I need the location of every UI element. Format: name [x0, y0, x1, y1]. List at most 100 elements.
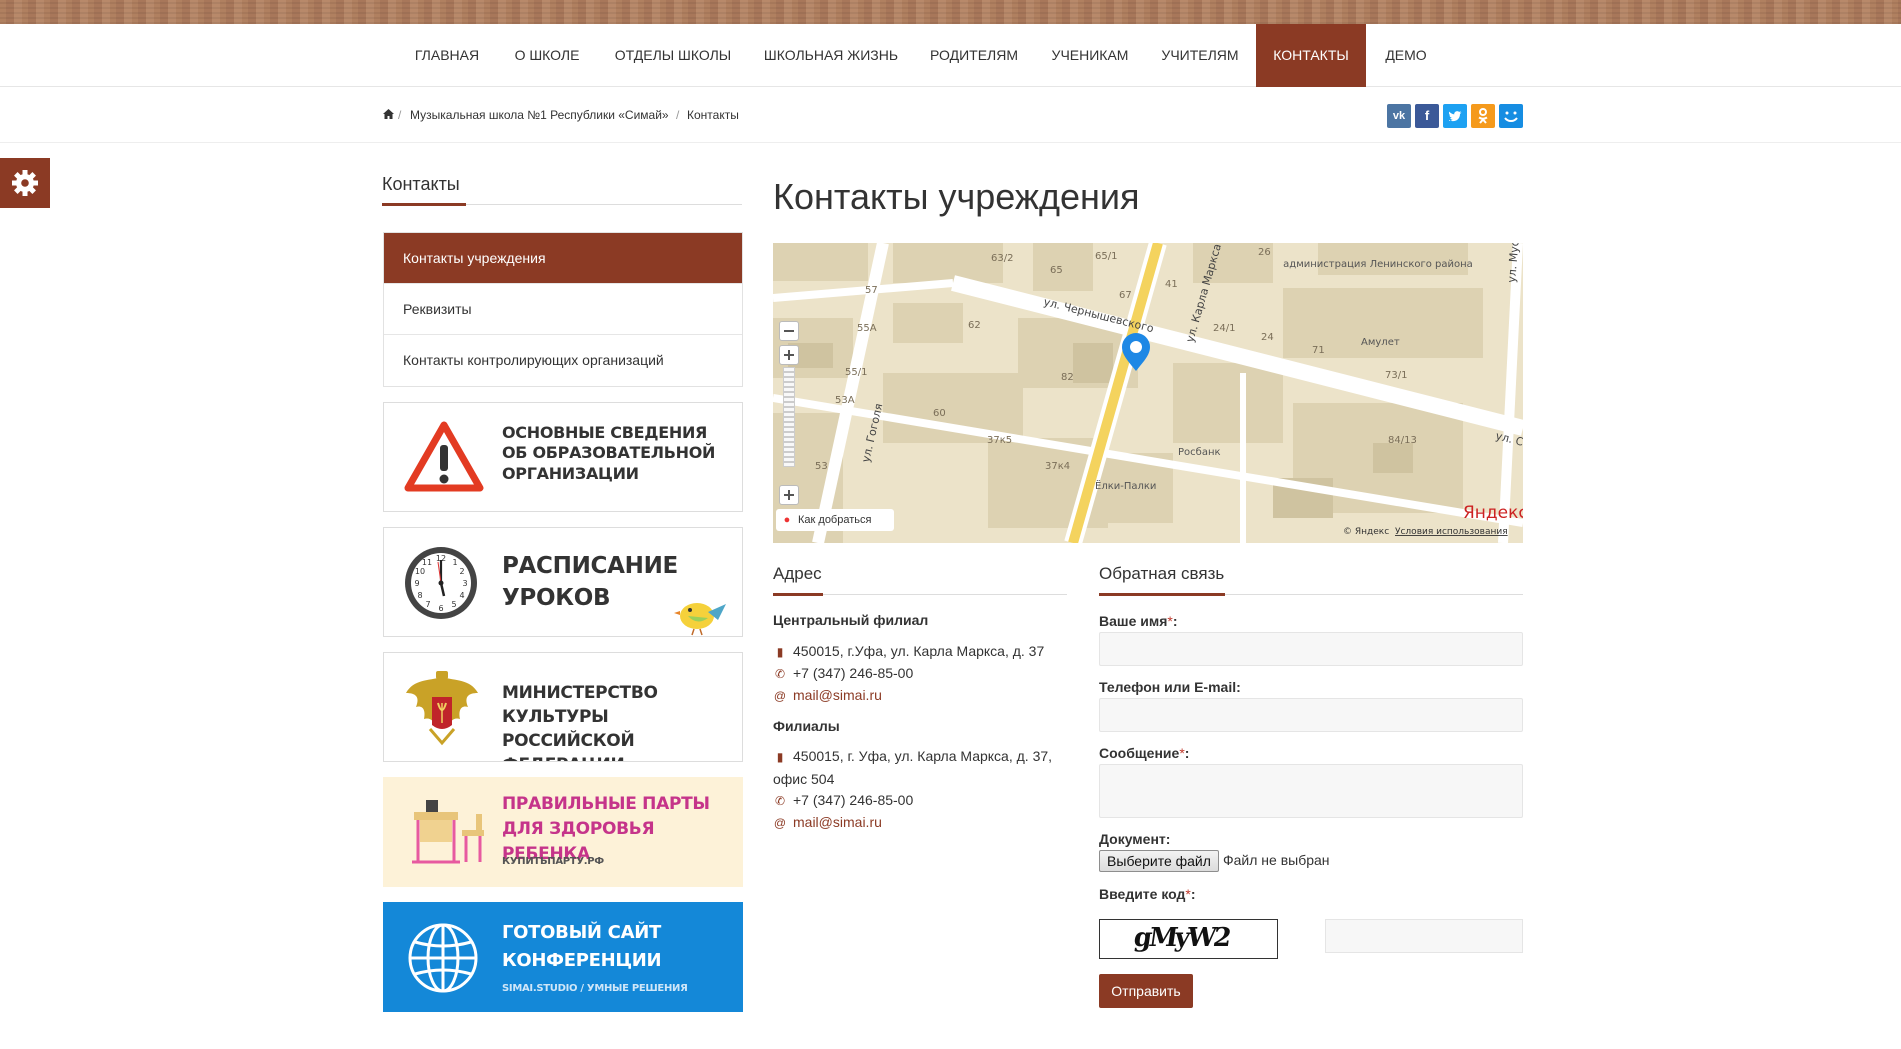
home-icon[interactable]: [383, 109, 394, 119]
breadcrumb-school[interactable]: Музыкальная школа №1 Республики «Симай»: [410, 108, 669, 122]
odnoklassniki-icon[interactable]: [1471, 104, 1495, 128]
map-zoom-in-button[interactable]: [779, 345, 799, 365]
sidebar-item-requisites[interactable]: Реквизиты: [384, 284, 742, 335]
banner-basic-info[interactable]: Основные сведения об образовательной орг…: [383, 402, 743, 512]
nav-school-life[interactable]: Школьная жизнь: [752, 24, 910, 87]
branch-email-link[interactable]: mail@simai.ru: [793, 814, 882, 830]
desk-icon: [412, 800, 484, 864]
central-email-link[interactable]: mail@simai.ru: [793, 687, 882, 703]
svg-text:41: 41: [1165, 279, 1178, 290]
banner-desks[interactable]: Правильные парты для здоровья ребенка КУ…: [383, 777, 743, 887]
captcha-image: gMyW2: [1099, 919, 1278, 959]
breadcrumb-current: Контакты: [687, 108, 739, 122]
svg-text:63/2: 63/2: [991, 253, 1013, 264]
svg-text:65/1: 65/1: [1095, 251, 1117, 262]
banner-line: конференции: [502, 950, 662, 971]
sidebar-title: Контакты: [382, 174, 460, 194]
facebook-icon[interactable]: f: [1415, 104, 1439, 128]
message-label: Сообщение*:: [1099, 745, 1190, 761]
nav-departments[interactable]: Отделы школы: [602, 24, 744, 87]
banner-line: Министерство культуры: [502, 683, 658, 727]
name-label: Ваше имя*:: [1099, 613, 1178, 629]
title-accent: [773, 593, 823, 596]
svg-text:65: 65: [1050, 265, 1063, 276]
title-accent: [1099, 593, 1225, 596]
submit-button[interactable]: Отправить: [1099, 974, 1193, 1008]
map-poi: Ёлки-Палки: [1095, 479, 1156, 492]
banner-line: Основные сведения: [502, 423, 708, 442]
breadcrumb-separator: /: [398, 108, 402, 122]
nav-about[interactable]: О школе: [500, 24, 594, 87]
map-route-label: Как добраться: [798, 514, 872, 526]
map-route-button[interactable]: ● Как добраться: [776, 509, 894, 531]
map-zoom-in-button-2[interactable]: [779, 485, 799, 505]
central-branch-title: Центральный филиал: [773, 612, 929, 628]
nav-contacts[interactable]: Контакты: [1256, 24, 1366, 87]
svg-text:62: 62: [968, 320, 981, 331]
moimir-icon[interactable]: [1499, 104, 1523, 128]
twitter-icon[interactable]: [1443, 104, 1467, 128]
gear-icon: [12, 170, 38, 196]
svg-text:55А: 55А: [857, 323, 877, 334]
warning-icon: [404, 421, 484, 492]
pin-icon: ●: [783, 514, 791, 526]
file-status: Файл не выбран: [1223, 852, 1330, 868]
banner-line: Расписание: [502, 553, 678, 579]
message-textarea[interactable]: [1099, 764, 1523, 818]
svg-text:10: 10: [415, 567, 425, 576]
title-accent: [382, 203, 466, 206]
svg-text:5: 5: [451, 600, 456, 609]
map-zoom-slider[interactable]: [783, 367, 795, 467]
main-nav: Главная О школе Отделы школы Школьная жи…: [0, 24, 1901, 87]
central-phone: ✆ +7 (347) 246-85-00: [773, 662, 1073, 685]
sidebar-item-institution-contacts[interactable]: Контакты учреждения: [384, 233, 742, 284]
nav-teachers[interactable]: Учителям: [1150, 24, 1250, 87]
minus-icon: [784, 330, 794, 332]
clock-icon: 12 12 345 678 91011: [405, 547, 477, 619]
nav-home[interactable]: Главная: [401, 24, 493, 87]
building-icon: ▮: [776, 645, 784, 659]
captcha-text: gMyW2: [1131, 923, 1231, 953]
svg-text:53А: 53А: [835, 395, 855, 406]
settings-tab[interactable]: [0, 158, 50, 208]
svg-text:37к5: 37к5: [987, 435, 1012, 446]
svg-text:6: 6: [438, 604, 443, 613]
banner-schedule[interactable]: 12 1 2 345 678 9 10 11 Расписание уроков: [383, 527, 743, 637]
nav-students[interactable]: Ученикам: [1040, 24, 1140, 87]
svg-text:37к4: 37к4: [1045, 461, 1070, 472]
svg-text:24: 24: [1261, 332, 1274, 343]
svg-text:73/1: 73/1: [1385, 370, 1407, 381]
branch-address: ▮ 450015, г. Уфа, ул. Карла Маркса, д. 37…: [773, 748, 1053, 787]
map-poi: Амулет: [1361, 337, 1400, 348]
captcha-label: Введите код*:: [1099, 886, 1196, 902]
globe-icon: [408, 923, 478, 993]
map-terms-link[interactable]: Условия использования: [1395, 527, 1508, 537]
bird-icon: [674, 603, 726, 636]
svg-text:84/13: 84/13: [1388, 435, 1417, 446]
captcha-input[interactable]: [1325, 919, 1523, 953]
map-canvas: 63/2 65 65/1 26 57 67 41 55А 62 24/1 24 71 55/1 8…: [773, 243, 1523, 543]
map-zoom-out-button[interactable]: [779, 321, 799, 341]
name-input[interactable]: [1099, 632, 1523, 666]
svg-text:55/1: 55/1: [845, 367, 867, 378]
vk-icon[interactable]: vk: [1387, 104, 1411, 128]
banner-line: уроков: [502, 585, 611, 611]
banner-line: Готовый сайт: [502, 922, 661, 943]
banner-ministry[interactable]: Министерство культуры Российской федерац…: [383, 652, 743, 762]
svg-text:3: 3: [462, 579, 467, 588]
svg-text:7: 7: [425, 600, 430, 609]
nav-demo[interactable]: Демо: [1376, 24, 1436, 87]
nav-parents[interactable]: Родителям: [918, 24, 1030, 87]
sidebar-item-supervisory-contacts[interactable]: Контакты контролирующих организаций: [384, 335, 742, 386]
choose-file-button[interactable]: Выберите файл: [1099, 850, 1219, 872]
building-icon: ▮: [776, 750, 784, 764]
yandex-map[interactable]: 63/2 65 65/1 26 57 67 41 55А 62 24/1 24 71 55/1 8…: [773, 243, 1523, 543]
banner-line: Российской федерации: [502, 731, 635, 761]
svg-text:1: 1: [452, 558, 457, 567]
svg-text:53: 53: [815, 461, 828, 472]
map-logo: Яндекс: [1463, 503, 1523, 523]
at-icon: @: [773, 816, 787, 830]
contact-input[interactable]: [1099, 698, 1523, 732]
banner-conference-site[interactable]: Готовый сайт конференции SIMAI.STUDIO / …: [383, 902, 743, 1012]
svg-text:4: 4: [459, 591, 464, 600]
